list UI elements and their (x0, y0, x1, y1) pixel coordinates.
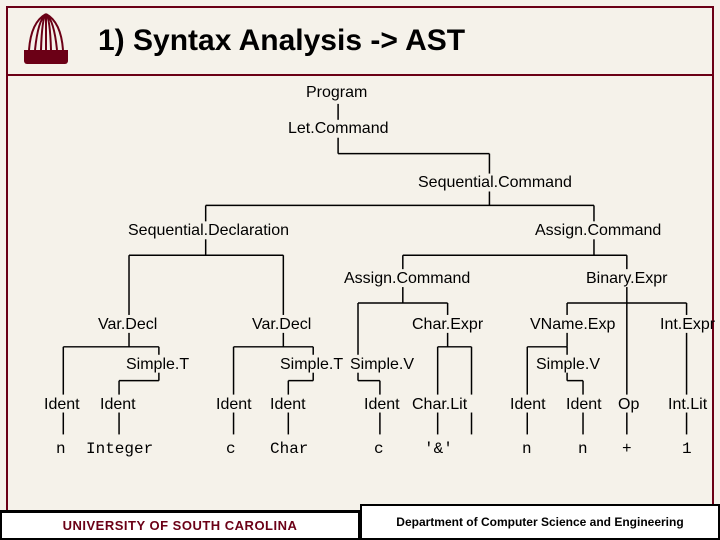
node-ident6: Ident (566, 396, 602, 414)
header: 1) Syntax Analysis -> AST (8, 8, 712, 76)
node-seqdecl: Sequential.Declaration (128, 222, 289, 240)
node-simplet2: Simple.T (280, 356, 343, 374)
node-vardecl2: Var.Decl (252, 316, 311, 334)
node-ident3: Ident (270, 396, 306, 414)
node-vnameexp: VName.Exp (530, 316, 615, 334)
node-intexpr: Int.Expr (660, 316, 715, 334)
leaf-integer: Integer (86, 440, 153, 458)
ast-diagram: Program Let.Command Sequential.Command S… (8, 76, 712, 532)
node-letcommand: Let.Command (288, 120, 389, 138)
leaf-n: n (56, 440, 66, 458)
node-ident0: Ident (44, 396, 80, 414)
leaf-plus: + (622, 440, 632, 458)
node-assigncmd2: Assign.Command (344, 270, 470, 288)
university-logo (16, 12, 76, 72)
leaf-c2: c (374, 440, 384, 458)
footer: UNIVERSITY OF SOUTH CAROLINA Department … (0, 500, 720, 540)
node-op: Op (618, 396, 639, 414)
leaf-c1: c (226, 440, 236, 458)
node-ident1: Ident (100, 396, 136, 414)
node-ident2: Ident (216, 396, 252, 414)
node-simplev1: Simple.V (350, 356, 414, 374)
node-intlit: Int.Lit (668, 396, 707, 414)
leaf-n3: n (578, 440, 588, 458)
node-program: Program (306, 84, 367, 102)
leaf-n2: n (522, 440, 532, 458)
node-ident5: Ident (510, 396, 546, 414)
node-simplet1: Simple.T (126, 356, 189, 374)
node-ident4: Ident (364, 396, 400, 414)
node-simplev2: Simple.V (536, 356, 600, 374)
slide-title: 1) Syntax Analysis -> AST (98, 24, 465, 58)
node-vardecl1: Var.Decl (98, 316, 157, 334)
node-charexpr: Char.Expr (412, 316, 483, 334)
node-charlit: Char.Lit (412, 396, 467, 414)
leaf-char: Char (270, 440, 308, 458)
footer-department: Department of Computer Science and Engin… (360, 504, 720, 540)
leaf-amp: '&' (424, 440, 453, 458)
node-binaryexpr: Binary.Expr (586, 270, 668, 288)
footer-university: UNIVERSITY OF SOUTH CAROLINA (0, 510, 360, 540)
node-assigncmd1: Assign.Command (535, 222, 661, 240)
node-seqcommand: Sequential.Command (418, 174, 572, 192)
leaf-1: 1 (682, 440, 692, 458)
